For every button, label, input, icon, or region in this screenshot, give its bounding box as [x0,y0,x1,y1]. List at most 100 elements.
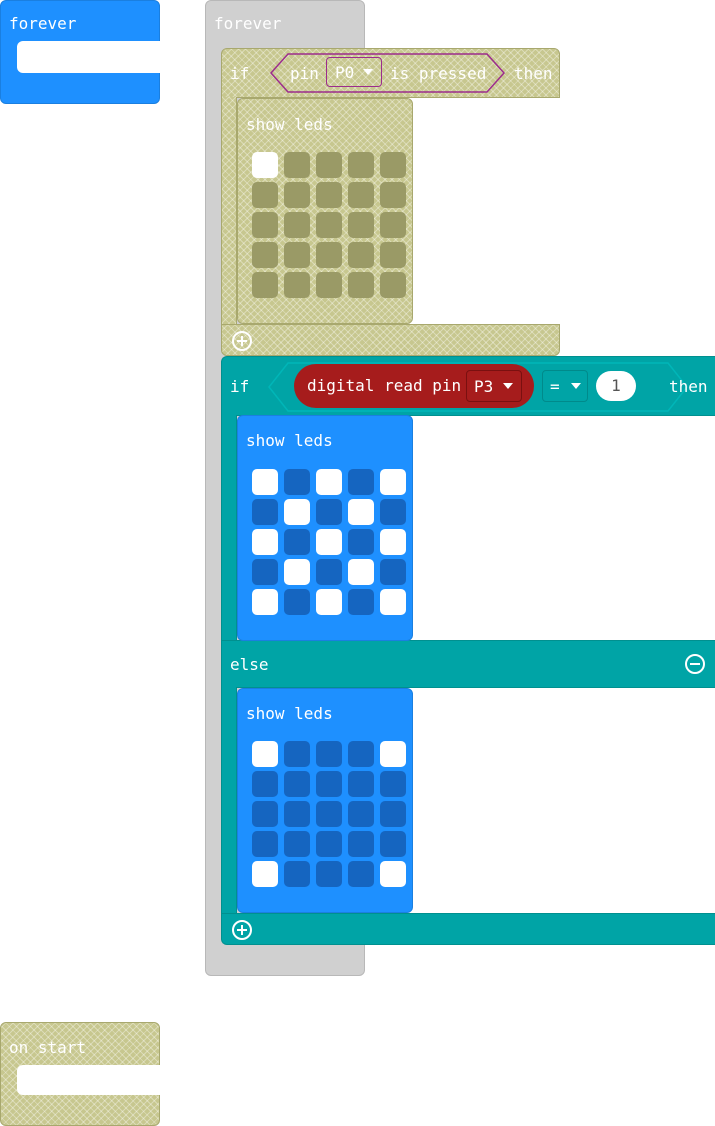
led-on[interactable] [252,861,278,887]
led-off[interactable] [252,801,278,827]
show-leds-block-then[interactable]: show leds [237,415,413,641]
led-on[interactable] [316,589,342,615]
led-off[interactable] [348,272,374,298]
if-block-footer [221,324,560,356]
led-on[interactable] [380,529,406,555]
led-off[interactable] [316,771,342,797]
pin-dropdown[interactable]: P0 [326,57,382,87]
led-on[interactable] [284,499,310,525]
led-off[interactable] [284,182,310,208]
led-off[interactable] [252,831,278,857]
led-on[interactable] [284,559,310,585]
led-on[interactable] [252,589,278,615]
then-label: then [669,377,708,396]
led-off[interactable] [380,272,406,298]
compare-value-input[interactable]: 1 [596,371,636,401]
digital-read-label: digital read pin [307,376,462,395]
operator-dropdown[interactable]: = [542,370,588,402]
led-on[interactable] [316,469,342,495]
led-off[interactable] [348,469,374,495]
led-off[interactable] [316,861,342,887]
digital-read-pin-block[interactable]: digital read pin P3 [294,364,534,408]
led-off[interactable] [316,741,342,767]
led-off[interactable] [284,589,310,615]
led-off[interactable] [284,272,310,298]
led-off[interactable] [316,212,342,238]
pin-dropdown[interactable]: P3 [466,370,522,402]
led-off[interactable] [284,831,310,857]
led-off[interactable] [348,182,374,208]
led-off[interactable] [252,559,278,585]
led-off[interactable] [284,212,310,238]
led-off[interactable] [348,212,374,238]
led-off[interactable] [380,559,406,585]
chevron-down-icon [571,383,581,389]
led-off[interactable] [316,182,342,208]
led-off[interactable] [252,499,278,525]
led-off[interactable] [252,272,278,298]
if-block-pin-pressed[interactable]: if pin P0 is pressed then [221,48,560,98]
led-off[interactable] [284,529,310,555]
led-on[interactable] [380,861,406,887]
led-off[interactable] [252,182,278,208]
on-start-block[interactable]: on start [0,1022,162,1126]
led-off[interactable] [284,801,310,827]
led-grid [252,741,408,891]
led-off[interactable] [316,272,342,298]
forever-label: forever [9,14,77,33]
led-on[interactable] [380,741,406,767]
led-on[interactable] [348,559,374,585]
plus-icon[interactable] [232,920,252,940]
led-off[interactable] [380,831,406,857]
led-off[interactable] [316,831,342,857]
pin-is-pressed-condition[interactable]: pin P0 is pressed [270,53,505,93]
led-off[interactable] [284,242,310,268]
led-off[interactable] [284,469,310,495]
led-on[interactable] [252,469,278,495]
led-off[interactable] [284,152,310,178]
led-off[interactable] [316,499,342,525]
led-off[interactable] [284,861,310,887]
led-off[interactable] [316,801,342,827]
led-off[interactable] [348,771,374,797]
led-off[interactable] [284,741,310,767]
led-off[interactable] [252,771,278,797]
show-leds-block-disabled[interactable]: show leds [237,98,413,324]
show-leds-block-else[interactable]: show leds [237,688,413,913]
led-off[interactable] [380,212,406,238]
led-off[interactable] [348,741,374,767]
led-off[interactable] [380,152,406,178]
led-on[interactable] [316,529,342,555]
led-off[interactable] [348,529,374,555]
led-off[interactable] [380,801,406,827]
led-off[interactable] [252,242,278,268]
led-off[interactable] [380,242,406,268]
led-off[interactable] [348,589,374,615]
led-on[interactable] [252,741,278,767]
led-off[interactable] [316,242,342,268]
led-on[interactable] [252,529,278,555]
led-off[interactable] [348,861,374,887]
led-off[interactable] [348,152,374,178]
led-off[interactable] [252,212,278,238]
if-else-block-digital-read[interactable]: if digital read pin P3 = 1 then [221,356,715,416]
led-off[interactable] [284,771,310,797]
led-off[interactable] [348,801,374,827]
led-off[interactable] [380,182,406,208]
led-off[interactable] [380,771,406,797]
led-off[interactable] [348,831,374,857]
plus-icon[interactable] [232,331,252,351]
if-else-spine-else [221,687,237,913]
minus-icon[interactable] [685,654,705,674]
pin-label: pin [290,64,319,83]
forever-block-small[interactable]: forever [0,0,162,104]
led-off[interactable] [316,559,342,585]
led-on[interactable] [380,469,406,495]
led-on[interactable] [252,152,278,178]
led-off[interactable] [380,499,406,525]
led-off[interactable] [316,152,342,178]
led-on[interactable] [380,589,406,615]
led-off[interactable] [348,242,374,268]
led-on[interactable] [348,499,374,525]
on-start-empty-slot [17,1065,162,1095]
